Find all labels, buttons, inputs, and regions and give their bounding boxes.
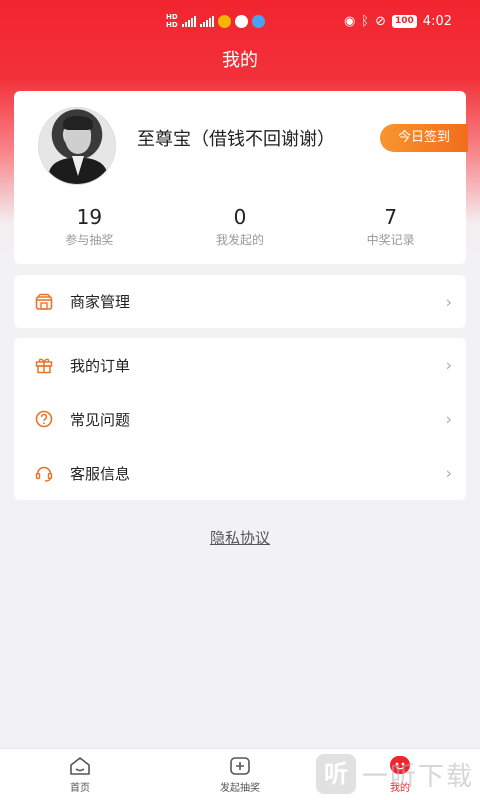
menu-item-label: 客服信息 [70, 464, 131, 483]
signal-icon [181, 16, 196, 27]
page-title: 我的 [222, 50, 258, 71]
chevron-right-icon: › [445, 292, 452, 311]
clock: 4:02 [422, 14, 452, 29]
app-notification-icon-3 [251, 15, 265, 28]
daily-checkin-button[interactable]: 今日签到 [380, 124, 468, 152]
gift-icon [34, 355, 54, 375]
stats-row: 19 参与抽奖 0 我发起的 7 中奖记录 [14, 205, 466, 248]
home-icon [67, 755, 93, 777]
headset-icon [34, 463, 54, 483]
stat-wins[interactable]: 7 中奖记录 [315, 205, 466, 248]
tab-create-lottery[interactable]: 发起抽奖 [160, 749, 320, 800]
profile-card: 至尊宝（借钱不回谢谢） 今日签到 19 参与抽奖 0 我发起的 7 中奖记录 [14, 91, 468, 264]
chevron-right-icon: › [445, 355, 452, 375]
question-icon [34, 409, 54, 429]
stat-label: 我发起的 [216, 233, 265, 247]
stat-value: 19 [76, 205, 103, 229]
mute-icon: ⊘ [375, 14, 386, 29]
tab-label: 发起抽奖 [220, 783, 260, 794]
menu-item-label: 我的订单 [70, 356, 131, 375]
network-type-2: HD [166, 21, 178, 29]
watermark-text: 一听下载 [361, 761, 474, 792]
battery-icon: 100 [392, 15, 417, 28]
stat-initiated[interactable]: 0 我发起的 [165, 205, 316, 248]
store-icon [34, 292, 54, 312]
stat-label: 参与抽奖 [65, 233, 114, 247]
bluetooth-icon: ᛒ [361, 14, 370, 29]
chevron-right-icon: › [445, 409, 452, 429]
stat-value: 7 [384, 205, 398, 229]
username: 至尊宝（借钱不回谢谢） [137, 129, 335, 150]
stat-label: 中奖记录 [366, 233, 415, 247]
tab-home[interactable]: 首页 [0, 749, 160, 800]
signal-icon-2 [199, 16, 214, 27]
chevron-right-icon: › [445, 463, 452, 483]
network-type: HD HD [166, 14, 178, 29]
avatar[interactable] [38, 107, 116, 185]
main-menu-card: 我的订单 › 常见问题 › 客服信息 › [14, 338, 466, 500]
menu-item-merchant[interactable]: 商家管理 › [14, 275, 466, 328]
privacy-policy-link[interactable]: 隐私协议 [0, 527, 480, 548]
tab-label: 首页 [70, 783, 90, 794]
menu-item-faq[interactable]: 常见问题 › [14, 392, 466, 446]
watermark-logo: 听 [315, 754, 356, 794]
stat-participated[interactable]: 19 参与抽奖 [14, 205, 165, 248]
eye-icon: ◉ [343, 14, 356, 29]
menu-item-customer-service[interactable]: 客服信息 › [14, 446, 466, 500]
merchant-menu-card: 商家管理 › [14, 275, 466, 328]
status-left: HD HD [166, 14, 265, 29]
watermark: 听 一听下载 [315, 754, 474, 794]
add-box-icon [227, 755, 253, 777]
app-notification-icon [217, 15, 231, 28]
status-bar: HD HD ◉ ᛒ ⊘ 100 4:02 [0, 8, 480, 36]
menu-item-orders[interactable]: 我的订单 › [14, 338, 466, 392]
menu-item-label: 商家管理 [70, 293, 131, 311]
app-notification-icon-2 [234, 15, 248, 28]
network-type-1: HD [166, 13, 178, 21]
stat-value: 0 [233, 205, 247, 229]
menu-item-label: 常见问题 [70, 410, 131, 429]
status-right: ◉ ᛒ ⊘ 100 4:02 [344, 14, 452, 29]
